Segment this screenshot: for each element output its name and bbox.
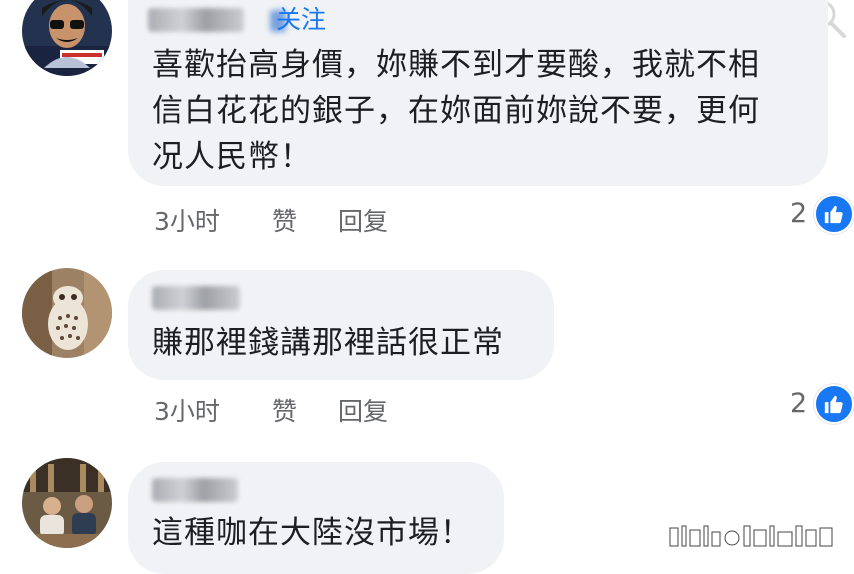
avatar[interactable] <box>22 458 112 548</box>
timestamp: 3小时 <box>154 397 220 426</box>
timestamp: 3小时 <box>154 207 220 236</box>
thumbs-up-icon[interactable] <box>814 194 854 234</box>
commenter-name-blurred[interactable] <box>152 286 240 310</box>
comment-text-line: 喜歡抬高身價，妳賺不到才要酸，我就不相 <box>152 47 760 83</box>
commenter-name-blurred[interactable] <box>148 8 244 32</box>
commenter-name-blurred[interactable] <box>152 478 238 502</box>
comment-text-line: 這種咖在大陸沒市場！ <box>152 515 472 551</box>
reaction-count[interactable]: 2 <box>790 198 807 229</box>
reaction-count[interactable]: 2 <box>790 388 807 419</box>
like-button[interactable]: 赞 <box>272 392 297 428</box>
comment-text-line: 賺那裡錢講那裡話很正常 <box>152 325 504 361</box>
avatar[interactable] <box>22 268 112 358</box>
reply-button[interactable]: 回复 <box>338 392 388 428</box>
comment-text-line: 信白花花的銀子，在妳面前妳說不要，更何 <box>152 93 760 129</box>
reply-button[interactable]: 回复 <box>338 202 388 238</box>
watermark-logo <box>668 522 838 554</box>
thumbs-up-icon[interactable] <box>814 384 854 424</box>
comment-text-line: 况人民幣！ <box>152 139 312 175</box>
like-button[interactable]: 赞 <box>272 202 297 238</box>
follow-link[interactable]: 关注 <box>276 4 326 36</box>
avatar[interactable] <box>22 0 112 76</box>
